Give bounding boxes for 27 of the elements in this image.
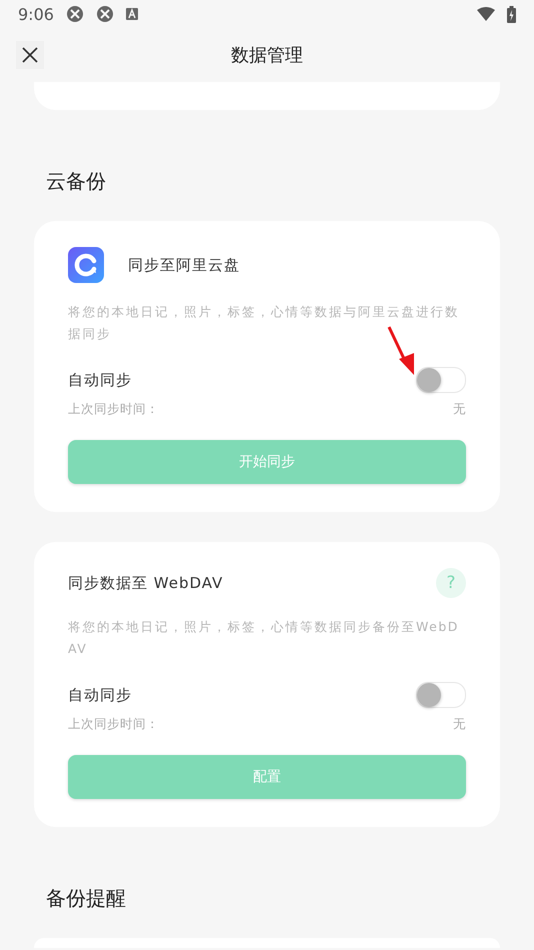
card-description: 将您的本地日记，照片，标签，心情等数据与阿里云盘进行数据同步: [68, 303, 460, 343]
wifi-icon: [477, 7, 495, 21]
close-icon: [20, 45, 40, 65]
notification-icon: [96, 5, 114, 23]
battery-icon: [507, 6, 516, 22]
status-time: 9:06: [18, 4, 54, 24]
last-sync-label: 上次同步时间：: [68, 401, 159, 418]
notification-icon: [66, 5, 84, 23]
sync-button[interactable]: 配置: [68, 755, 466, 799]
section-title: 云备份: [45, 168, 107, 195]
close-button[interactable]: [16, 41, 44, 69]
last-sync-value: 无: [453, 716, 466, 733]
card-description: 将您的本地日记，照片，标签，心情等数据同步备份至WebDAV: [68, 618, 460, 658]
card-title: 同步至阿里云盘: [128, 256, 240, 274]
last-sync-label: 上次同步时间：: [68, 716, 159, 733]
card-title: 同步数据至 WebDAV: [68, 574, 224, 592]
auto-sync-label: 自动同步: [68, 370, 132, 390]
auto-sync-toggle[interactable]: [416, 367, 466, 393]
sync-button[interactable]: 开始同步: [68, 440, 466, 484]
cloud-drive-logo-icon: [68, 247, 104, 283]
last-sync-value: 无: [453, 401, 466, 418]
help-button[interactable]: ?: [436, 568, 466, 598]
page-title: 数据管理: [231, 44, 303, 67]
keyboard-icon: [126, 8, 138, 20]
auto-sync-label: 自动同步: [68, 686, 132, 704]
section-title: 备份提醒: [45, 885, 127, 912]
auto-sync-toggle[interactable]: [416, 682, 466, 708]
